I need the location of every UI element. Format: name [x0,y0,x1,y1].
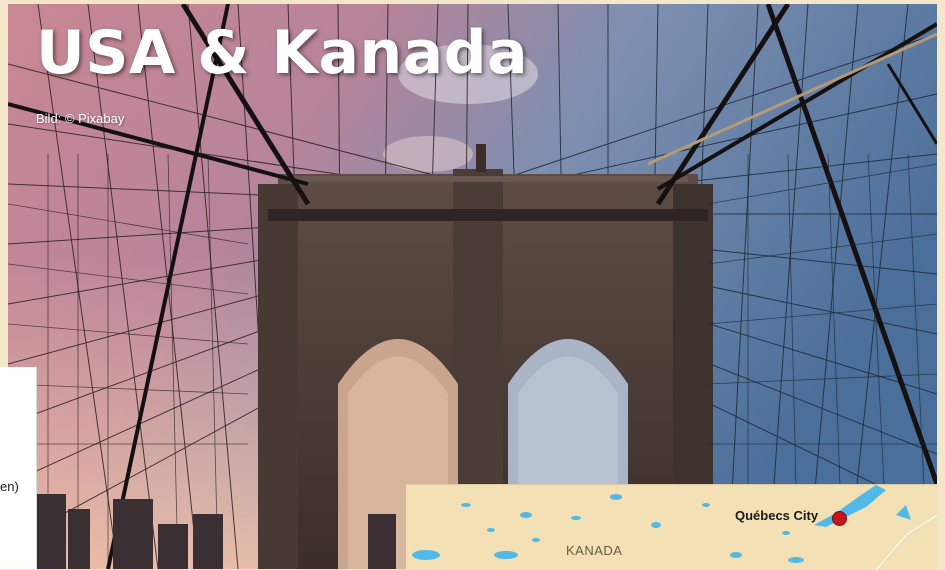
side-info-text: en) [0,479,19,494]
location-map[interactable]: KANADA Québecs City [406,484,937,570]
page-title: USA & Kanada [36,18,529,88]
map-graphic [412,485,937,570]
map-city-label[interactable]: Québecs City [735,508,818,523]
side-info-panel: en) [0,367,37,569]
image-credit: Bild: © Pixabay [36,111,125,126]
map-country-label: KANADA [566,543,623,558]
map-location-marker[interactable] [832,511,847,526]
